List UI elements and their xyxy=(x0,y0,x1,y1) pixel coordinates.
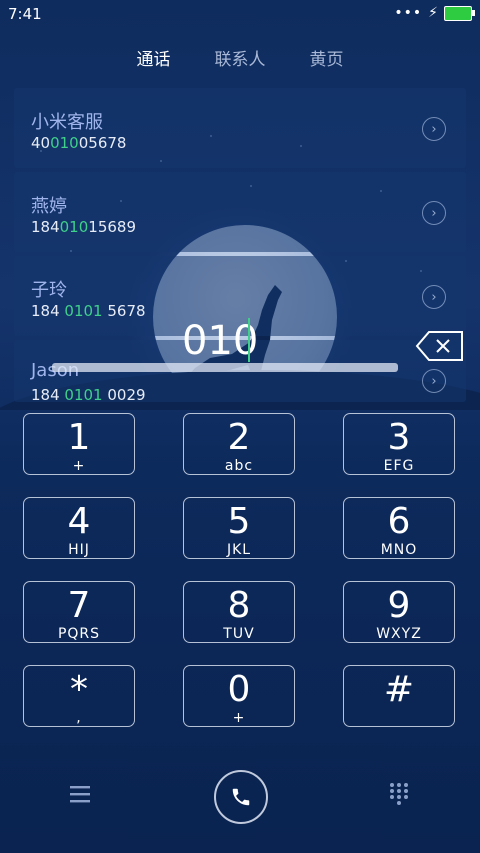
charging-icon: ⚡ xyxy=(428,5,438,21)
text-cursor xyxy=(248,318,250,362)
key-8[interactable]: 8 TUV xyxy=(183,581,295,643)
key-hash[interactable]: # xyxy=(343,665,455,727)
dial-input-bar xyxy=(52,363,398,372)
key-digit: 5 xyxy=(227,501,251,542)
key-letters: PQRS xyxy=(57,626,101,642)
key-letters: TUV xyxy=(223,626,255,642)
key-4[interactable]: 4 HIJ xyxy=(23,497,135,559)
contact-name: 燕婷 xyxy=(31,196,67,217)
chevron-right-icon[interactable]: › xyxy=(422,369,446,393)
key-2[interactable]: 2 abc xyxy=(183,413,295,475)
status-bar: 7:41 ••• ⚡ xyxy=(0,0,480,28)
contact-number: 18401015689 xyxy=(31,218,136,236)
contact-row[interactable]: 燕婷 18401015689 › xyxy=(14,172,466,252)
status-icons: ••• ⚡ xyxy=(394,5,475,21)
key-digit: * xyxy=(70,669,88,710)
contact-number: 184 0101 5678 xyxy=(31,302,146,320)
key-digit: 8 xyxy=(227,585,251,626)
dialpad-icon[interactable] xyxy=(388,782,410,806)
key-digit: # xyxy=(383,669,415,710)
key-digit: 3 xyxy=(387,417,411,458)
backspace-icon[interactable] xyxy=(415,330,464,362)
key-letters: MNO xyxy=(380,542,418,558)
contact-row[interactable]: 小米客服 4001005678 › xyxy=(14,88,466,168)
key-digit: 7 xyxy=(67,585,91,626)
key-letters: abc xyxy=(224,458,254,474)
dialed-number[interactable]: 010 xyxy=(182,318,258,364)
menu-icon[interactable] xyxy=(68,784,92,804)
key-letters: EFG xyxy=(383,458,415,474)
key-1[interactable]: 1 + xyxy=(23,413,135,475)
key-digit: 6 xyxy=(387,501,411,542)
battery-icon xyxy=(444,5,475,21)
bottom-action-bar xyxy=(0,760,480,840)
key-letters: WXYZ xyxy=(376,626,422,642)
key-letters: + xyxy=(72,458,86,474)
tab-contacts[interactable]: 联系人 xyxy=(215,45,266,70)
contact-number: 184 0101 0029 xyxy=(31,386,146,404)
more-notifications-icon: ••• xyxy=(394,5,423,21)
call-button[interactable] xyxy=(214,770,268,824)
contact-name: 子玲 xyxy=(31,280,67,301)
status-time: 7:41 xyxy=(8,5,42,23)
key-5[interactable]: 5 JKL xyxy=(183,497,295,559)
key-letters: HIJ xyxy=(68,542,90,558)
key-9[interactable]: 9 WXYZ xyxy=(343,581,455,643)
chevron-right-icon[interactable]: › xyxy=(422,117,446,141)
contact-name: 小米客服 xyxy=(31,112,103,133)
key-star[interactable]: *, xyxy=(23,665,135,727)
tab-calls[interactable]: 通话 xyxy=(137,45,171,70)
contact-number: 4001005678 xyxy=(31,134,127,152)
chevron-right-icon[interactable]: › xyxy=(422,285,446,309)
key-digit: 9 xyxy=(387,585,411,626)
key-0[interactable]: 0 + xyxy=(183,665,295,727)
top-tabs: 通话 联系人 黄页 xyxy=(0,45,480,70)
key-6[interactable]: 6 MNO xyxy=(343,497,455,559)
phone-icon xyxy=(232,788,250,806)
key-letters: + xyxy=(232,710,246,726)
key-digit: 4 xyxy=(67,501,91,542)
key-3[interactable]: 3 EFG xyxy=(343,413,455,475)
key-digit: 1 xyxy=(67,417,91,458)
key-letters: JKL xyxy=(226,542,252,558)
key-letters: , xyxy=(76,710,82,726)
key-7[interactable]: 7 PQRS xyxy=(23,581,135,643)
key-digit: 2 xyxy=(227,417,251,458)
key-digit: 0 xyxy=(227,669,251,710)
tab-yellow-pages[interactable]: 黄页 xyxy=(310,45,344,70)
chevron-right-icon[interactable]: › xyxy=(422,201,446,225)
